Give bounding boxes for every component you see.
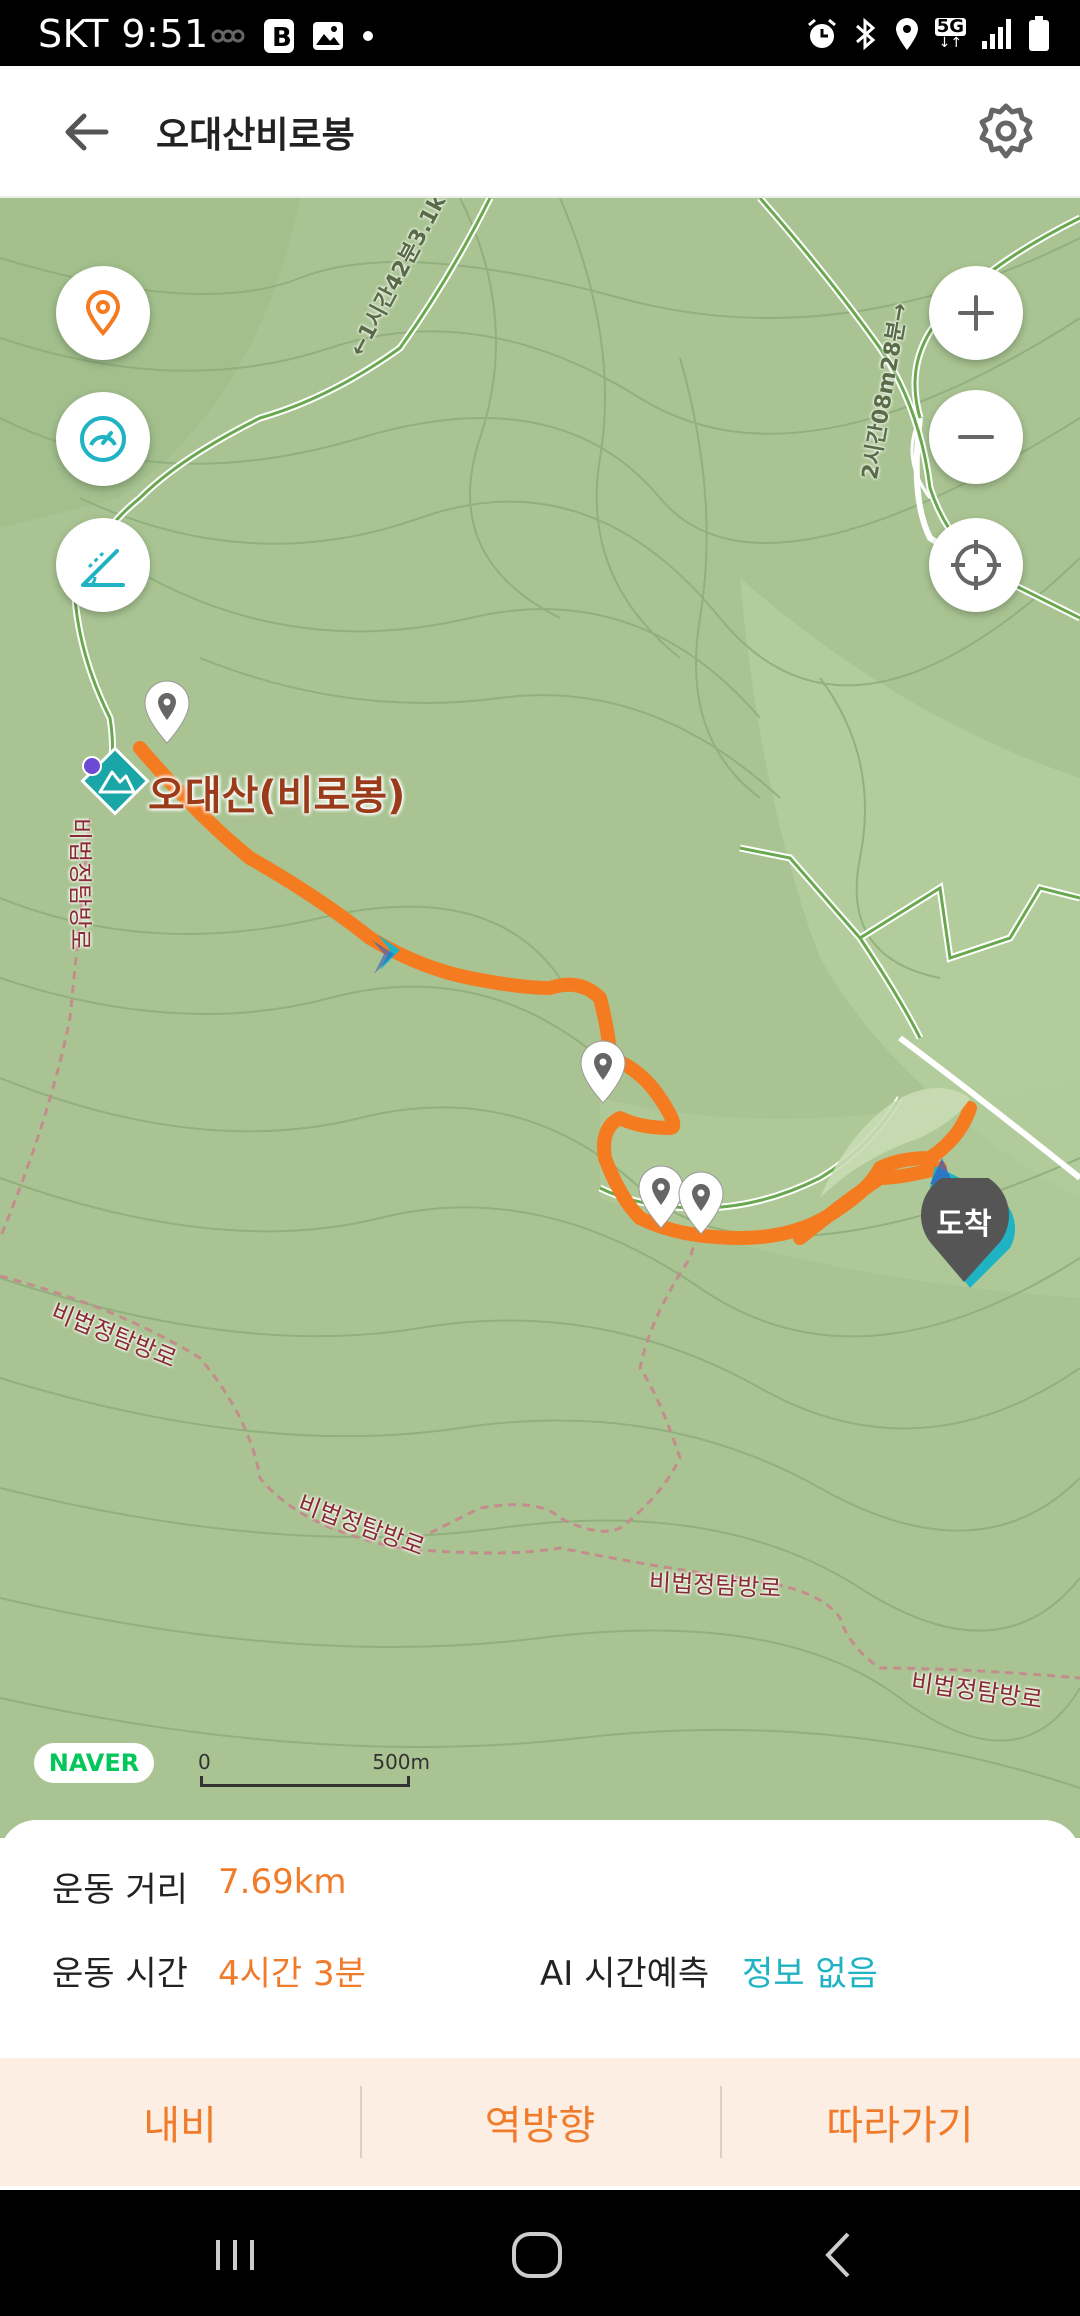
- home-icon[interactable]: [502, 2220, 572, 2290]
- location-pin-icon: [85, 290, 121, 337]
- system-nav-bar: [0, 2190, 1080, 2316]
- time-label: 운동 시간: [52, 1954, 188, 1994]
- map-view[interactable]: ←1시간42분3.1k 2시간08m28분→ 오대산(비로봉) 비법정탐방로 비…: [0, 198, 1080, 1838]
- distance-label: 운동 거리: [52, 1870, 188, 1910]
- recent-apps-icon[interactable]: [200, 2220, 270, 2290]
- location-pin-button[interactable]: [56, 266, 150, 360]
- zoom-out-button[interactable]: [929, 390, 1023, 484]
- altitude-chart-icon: [81, 549, 125, 587]
- minus-icon: [958, 435, 994, 439]
- weather-icon: [211, 29, 245, 43]
- follow-button[interactable]: 따라가기: [720, 2058, 1080, 2186]
- zoom-in-button[interactable]: [929, 266, 1023, 360]
- page-title: 오대산비로봉: [156, 115, 355, 156]
- more-dot-icon: [363, 31, 373, 41]
- battery-icon: [1029, 16, 1049, 51]
- distance-value: 7.69km: [218, 1862, 347, 1902]
- svg-text:B: B: [272, 23, 292, 53]
- map-scale: 0 500m: [198, 1750, 430, 1787]
- b-app-icon: B: [264, 19, 294, 53]
- current-location-button[interactable]: [929, 518, 1023, 612]
- bluetooth-icon: [855, 17, 875, 51]
- scale-start: 0: [198, 1750, 211, 1774]
- speedometer-button[interactable]: [56, 392, 150, 486]
- status-time: SKT 9:51: [38, 12, 209, 56]
- stats-panel: 운동 거리 7.69km 운동 시간 4시간 3분 AI 시간예측 정보 없음: [0, 1820, 1080, 2060]
- arrival-label: 도착: [936, 1207, 992, 1242]
- topographic-map: [0, 198, 1080, 1838]
- app-bar: 오대산비로봉: [0, 66, 1080, 202]
- network-5g-icon: 5G ↓↑: [934, 16, 966, 51]
- ai-time-value: 정보 없음: [742, 1954, 878, 1994]
- location-icon: [895, 18, 918, 50]
- scale-end: 500m: [372, 1750, 430, 1774]
- navi-button[interactable]: 내비: [0, 2058, 360, 2186]
- alarm-icon: [807, 18, 836, 48]
- arrival-marker[interactable]: 도착: [910, 1178, 1020, 1298]
- back-icon[interactable]: [806, 2220, 876, 2290]
- restricted-trail-label: 비법정탐방로: [66, 818, 94, 951]
- action-bar: 내비 역방향 따라가기: [0, 2058, 1080, 2186]
- ai-time-label: AI 시간예측: [540, 1954, 710, 1994]
- altitude-button[interactable]: [56, 518, 150, 612]
- back-arrow-icon[interactable]: [58, 104, 114, 160]
- time-value: 4시간 3분: [218, 1954, 366, 1994]
- naver-logo: NAVER: [34, 1743, 154, 1783]
- speedometer-icon: [80, 416, 126, 462]
- peak-name-label: 오대산(비로봉): [148, 773, 406, 819]
- gear-icon[interactable]: [976, 102, 1036, 162]
- signal-icon: [982, 19, 1011, 49]
- gallery-icon: [313, 22, 343, 50]
- status-bar: SKT 9:51 B 5G ↓↑: [0, 0, 1080, 66]
- crosshair-icon: [951, 540, 1001, 590]
- restricted-trail-label: 비법정탐방로: [648, 1567, 782, 1603]
- plus-icon: [958, 295, 994, 331]
- reverse-button[interactable]: 역방향: [360, 2058, 720, 2186]
